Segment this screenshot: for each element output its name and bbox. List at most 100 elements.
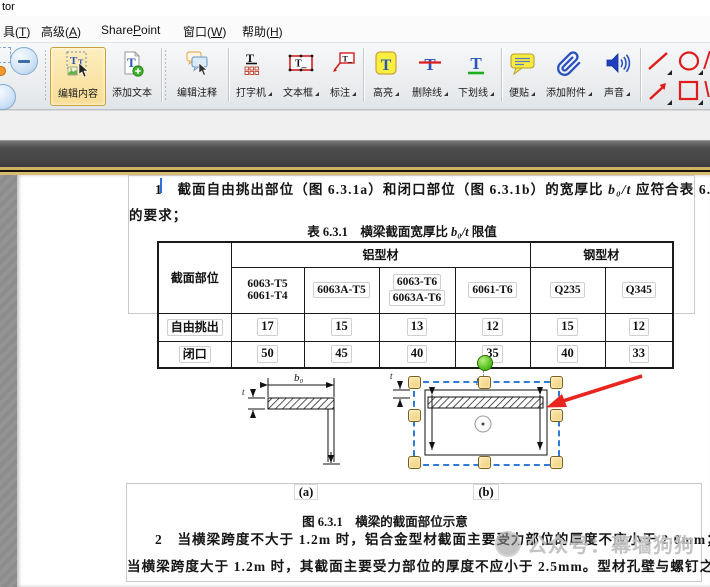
clipped-shape-tool[interactable] xyxy=(704,81,710,97)
selection-handle-top-middle[interactable] xyxy=(478,376,491,389)
toolbar-button-label: 声音 xyxy=(598,84,636,99)
red-arrow-annotation[interactable] xyxy=(535,360,655,420)
callout-icon: T_ xyxy=(326,49,360,79)
clipped-shape-tool[interactable] xyxy=(703,51,710,69)
table-col-header: 6061-T6 xyxy=(455,267,530,313)
toolbar: T T 编辑内容 T 添加文本 xyxy=(0,43,710,110)
dropdown-arrow-icon xyxy=(352,92,356,96)
figure-a-drawing: b₀ t xyxy=(238,368,373,473)
toolbar-spacer-strip xyxy=(0,110,710,141)
selection-handle-top-left[interactable] xyxy=(408,376,421,389)
shape-tool-line[interactable] xyxy=(645,49,673,76)
selection-handle-middle-left[interactable] xyxy=(408,409,421,422)
selection-handle-bottom-left[interactable] xyxy=(408,456,421,469)
strikeout-icon: T xyxy=(407,49,453,79)
dropdown-arrow-icon xyxy=(626,92,630,96)
add-text-icon: T xyxy=(106,49,158,79)
shape-tool-arrow[interactable] xyxy=(645,79,673,106)
dimension-label-t: t xyxy=(242,387,245,397)
toolbar-button-label: 下划线 xyxy=(454,84,498,99)
highlight-icon: T xyxy=(366,49,406,79)
dark-divider-bar xyxy=(0,140,710,168)
svg-text:T_: T_ xyxy=(342,55,352,64)
menu-window[interactable]: 窗口(W) xyxy=(180,21,229,42)
toolbar-button-text-box[interactable]: T_ 文本框 xyxy=(278,47,324,104)
toolbar-button-sound[interactable]: 声音 xyxy=(598,47,636,104)
menu-sharepoint[interactable]: SharePoint xyxy=(98,21,163,39)
gold-page-border xyxy=(0,167,710,175)
limits-table: 截面部位 铝型材 钢型材 6063-T56061-T4 6063A-T5 606… xyxy=(157,241,674,369)
toolbar-button-callout[interactable]: T_ 标注 xyxy=(326,47,360,104)
table-col-header: 6063-T56061-T4 xyxy=(231,267,304,313)
toolbar-button-label: 标注 xyxy=(326,84,360,99)
toolbar-separator xyxy=(640,48,641,102)
menu-tools[interactable]: 具(T) xyxy=(0,21,33,42)
table-col-header: Q345 xyxy=(605,267,673,313)
toolbar-button-label: 删除线 xyxy=(407,84,453,99)
toolbar-button-label: 高亮 xyxy=(366,84,406,99)
dropdown-corner-icon xyxy=(698,70,703,75)
toolbar-button-label: 文本框 xyxy=(278,84,324,99)
dropdown-arrow-icon xyxy=(531,92,535,96)
dropdown-arrow-icon xyxy=(315,92,319,96)
table-row: 自由挑出 17 15 13 12 15 12 xyxy=(158,313,673,341)
svg-text:T: T xyxy=(381,57,392,74)
toolbar-button-note[interactable]: 便贴 xyxy=(504,47,540,104)
figure-label-a: (a) xyxy=(288,485,324,500)
dropdown-corner-icon xyxy=(698,100,703,105)
dropdown-corner-icon xyxy=(667,70,672,75)
clipped-zoom-button[interactable] xyxy=(0,84,16,110)
selection-handle-bottom-right[interactable] xyxy=(550,456,563,469)
dropdown-arrow-icon xyxy=(588,92,592,96)
toolbar-button-edit-content[interactable]: T T 编辑内容 xyxy=(50,47,106,106)
dropdown-arrow-icon xyxy=(444,92,448,96)
paragraph-2-line-2: 当横梁跨度大于 1.2m 时，其截面主要受力部位的厚度不应小于 2.5mm。型材… xyxy=(127,555,710,575)
dropdown-arrow-icon xyxy=(395,92,399,96)
figure-label-b: (b) xyxy=(468,485,504,500)
paragraph-1-line-1: 1 截面自由挑出部位（图 6.3.1a）和闭口部位（图 6.3.1b）的宽厚比 … xyxy=(155,178,710,198)
toolbar-button-highlight[interactable]: T 高亮 xyxy=(366,47,406,104)
toolbar-button-label: 添加文本 xyxy=(106,84,158,99)
underline-icon: T xyxy=(454,49,498,79)
toolbar-separator xyxy=(363,48,364,102)
toolbar-button-label: 打字机 xyxy=(232,84,276,99)
shape-tool-ellipse[interactable] xyxy=(676,49,704,76)
text-box-icon: T_ xyxy=(278,49,324,79)
menu-help[interactable]: 帮助(H) xyxy=(239,21,286,42)
toolbar-button-strikeout[interactable]: T 删除线 xyxy=(407,47,453,104)
dropdown-corner-icon xyxy=(667,100,672,105)
toolbar-button-edit-annotation[interactable]: 编辑注释 xyxy=(170,47,224,104)
toolbar-button-underline[interactable]: T 下划线 xyxy=(454,47,498,104)
rotate-handle[interactable] xyxy=(477,355,493,371)
shape-tool-rectangle[interactable] xyxy=(676,79,704,106)
toolbar-button-add-text[interactable]: T 添加文本 xyxy=(106,47,158,104)
paragraph-2-line-1: 2 当横梁跨度不大于 1.2m 时，铝合金型材截面主要受力部位的厚度不应小于 2… xyxy=(155,528,710,548)
table-corner-header: 截面部位 xyxy=(158,242,231,313)
clipped-dot-icon xyxy=(0,66,6,76)
minus-icon xyxy=(18,60,30,63)
svg-text:T: T xyxy=(70,55,78,67)
menu-bar: 具(T) 高级(A) SharePoint 窗口(W) 帮助(H) xyxy=(0,16,710,43)
title-bar: tor xyxy=(0,0,710,16)
toolbar-button-label: 添加附件 xyxy=(541,84,597,99)
dropdown-arrow-icon xyxy=(268,92,272,96)
menu-advanced[interactable]: 高级(A) xyxy=(38,21,84,42)
toolbar-drag-handle[interactable] xyxy=(44,49,47,101)
toolbar-button-typewriter[interactable]: T 打字机 xyxy=(232,47,276,104)
toolbar-separator xyxy=(501,48,502,102)
pdf-editor-window: tor 具(T) 高级(A) SharePoint 窗口(W) 帮助(H) T … xyxy=(0,0,710,587)
note-icon xyxy=(504,49,540,79)
svg-text:T: T xyxy=(470,54,482,73)
edit-content-icon: T T xyxy=(51,50,105,80)
toolbar-separator xyxy=(161,48,162,102)
zoom-out-button[interactable] xyxy=(10,47,38,75)
table-col-header: 6063A-T5 xyxy=(304,267,379,313)
dimension-label-t: t xyxy=(390,371,393,381)
selection-handle-bottom-middle[interactable] xyxy=(478,456,491,469)
svg-text:T: T xyxy=(424,55,436,74)
table-title: 表 6.3.1 横梁截面宽厚比 b₀/t 限值 xyxy=(157,221,647,240)
typewriter-icon: T xyxy=(232,49,276,79)
window-title: tor xyxy=(2,1,15,13)
toolbar-drag-handle[interactable] xyxy=(164,49,167,101)
toolbar-button-attach[interactable]: 添加附件 xyxy=(541,47,597,104)
